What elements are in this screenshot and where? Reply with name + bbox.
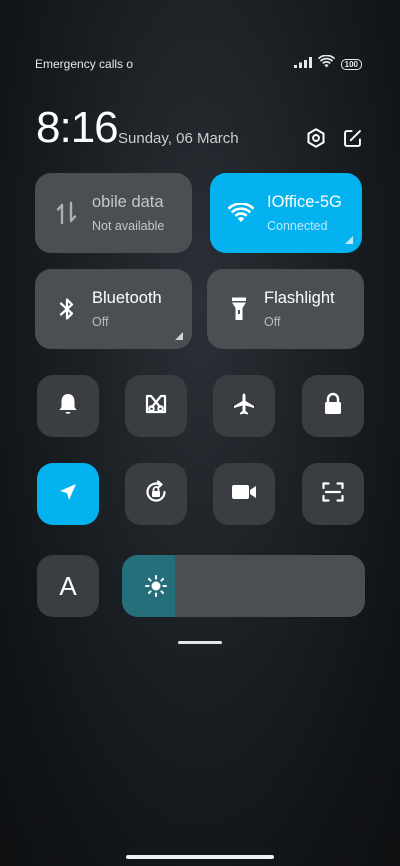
carrier-text: Emergency calls o	[35, 57, 134, 71]
silent-mode-toggle[interactable]	[37, 375, 99, 437]
flashlight-status: Off	[264, 315, 281, 329]
wifi-network-name: IOffice-5G	[267, 193, 342, 211]
flashlight-tile[interactable]: Flashlight Off	[207, 269, 364, 349]
mobile-data-title: obile data	[92, 193, 164, 211]
wifi-icon	[227, 199, 255, 227]
home-indicator[interactable]	[126, 855, 274, 859]
clock-date: Sunday, 06 March	[118, 130, 239, 147]
wifi-status: Connected	[267, 219, 328, 233]
mobile-data-tile[interactable]: obile data Not available	[35, 173, 192, 253]
lock-screen-toggle[interactable]	[302, 375, 364, 437]
rotation-lock-toggle[interactable]	[125, 463, 187, 525]
screenshot-icon	[144, 392, 168, 421]
auto-brightness-toggle[interactable]: A	[37, 555, 99, 617]
bluetooth-tile[interactable]: Bluetooth Off	[35, 269, 192, 349]
clock-time: 8:16	[36, 103, 119, 152]
status-bar: Emergency calls o 100	[35, 54, 362, 73]
lock-icon	[323, 392, 343, 421]
mobile-data-status: Not available	[92, 219, 165, 233]
bluetooth-icon	[53, 295, 81, 323]
rotation-lock-icon	[143, 479, 169, 510]
airplane-icon	[232, 392, 256, 421]
wifi-icon	[317, 54, 335, 73]
wifi-tile[interactable]: IOffice-5G Connected	[210, 173, 362, 253]
signal-icon	[293, 55, 312, 73]
settings-icon[interactable]	[302, 124, 330, 152]
expand-corner-icon[interactable]	[175, 332, 183, 340]
airplane-mode-toggle[interactable]	[213, 375, 275, 437]
screen-recorder-toggle[interactable]	[213, 463, 275, 525]
scanner-toggle[interactable]	[302, 463, 364, 525]
edit-icon[interactable]	[338, 124, 366, 152]
expand-corner-icon[interactable]	[345, 236, 353, 244]
bell-icon	[57, 392, 79, 421]
video-camera-icon	[231, 483, 257, 506]
location-toggle[interactable]	[37, 463, 99, 525]
auto-brightness-label: A	[59, 570, 77, 601]
brightness-slider[interactable]	[122, 555, 365, 617]
panel-drag-handle[interactable]	[178, 641, 222, 644]
flashlight-title: Flashlight	[264, 289, 335, 307]
scanner-icon	[321, 480, 345, 509]
location-icon	[58, 482, 78, 507]
sun-icon	[144, 574, 168, 598]
clock-header: 8:16 Sunday, 06 March	[36, 104, 364, 154]
screenshot-toggle[interactable]	[125, 375, 187, 437]
bluetooth-title: Bluetooth	[92, 289, 162, 307]
battery-icon: 100	[340, 58, 362, 70]
bluetooth-status: Off	[92, 315, 109, 329]
flashlight-icon	[225, 295, 253, 323]
mobile-data-icon	[53, 199, 81, 227]
